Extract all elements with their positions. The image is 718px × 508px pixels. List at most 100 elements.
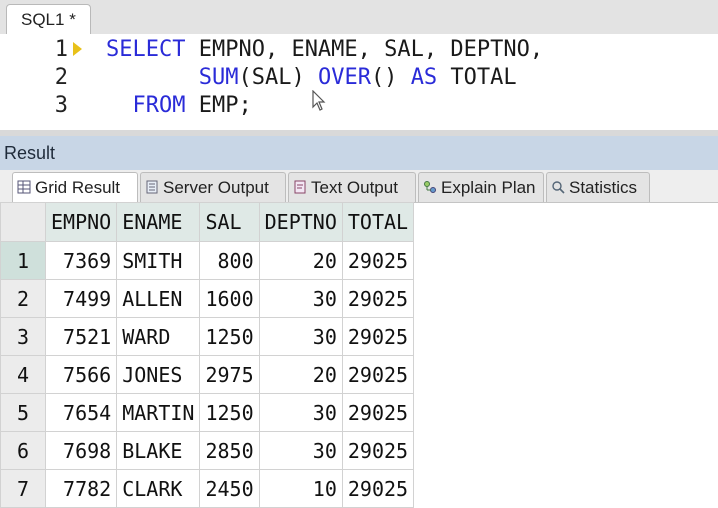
code-line[interactable]: 3 FROM EMP;	[0, 92, 718, 120]
row-number[interactable]: 5	[0, 393, 46, 432]
line-number: 3	[54, 93, 68, 118]
cell-empno[interactable]: 7654	[44, 393, 118, 432]
cell-total[interactable]: 29025	[341, 355, 415, 394]
table-row[interactable]: 1 7369 SMITH 800 20 29025	[0, 241, 415, 280]
table-row[interactable]: 2 7499 ALLEN 1600 30 29025	[0, 279, 415, 318]
cell-sal[interactable]: 1250	[199, 393, 260, 432]
cell-ename[interactable]: BLAKE	[116, 431, 201, 470]
cell-sal[interactable]: 2975	[199, 355, 260, 394]
cell-ename[interactable]: JONES	[116, 355, 201, 394]
result-tab-label: Explain Plan	[441, 178, 536, 197]
sql-keyword: AS	[410, 65, 438, 90]
cell-empno[interactable]: 7369	[44, 241, 118, 280]
cell-deptno[interactable]: 20	[258, 355, 343, 394]
sql-keyword: SELECT	[106, 37, 186, 62]
grid-icon	[17, 180, 31, 194]
cell-sal[interactable]: 800	[199, 241, 260, 280]
current-line-marker-icon	[73, 42, 82, 56]
result-grid[interactable]: EMPNO ENAME SAL DEPTNO TOTAL 1 7369 SMITH 800 20 2…	[0, 202, 415, 508]
line-number: 2	[54, 65, 68, 90]
grid-corner[interactable]	[0, 202, 46, 242]
row-number[interactable]: 2	[0, 279, 46, 318]
result-tab-server-output[interactable]: Server Output	[140, 172, 286, 202]
code-text: FROM EMP;	[106, 92, 252, 120]
table-row[interactable]: 5 7654 MARTIN 1250 30 29025	[0, 393, 415, 432]
table-row[interactable]: 6 7698 BLAKE 2850 30 29025	[0, 431, 415, 470]
result-tab-label: Grid Result	[35, 178, 121, 197]
column-header-sal[interactable]: SAL	[199, 202, 260, 242]
server-output-icon	[146, 180, 158, 194]
row-number[interactable]: 1	[0, 241, 46, 280]
cell-total[interactable]: 29025	[341, 431, 415, 470]
explain-plan-icon	[424, 181, 436, 193]
editor-tab-sql1[interactable]: SQL1 *	[6, 4, 91, 35]
sql-editor[interactable]: 1 SELECT EMPNO, ENAME, SAL, DEPTNO, 2 SUM(…	[0, 34, 718, 130]
sql-text: EMP;	[185, 93, 252, 118]
editor-tab-strip: SQL1 *	[0, 0, 718, 35]
column-header-ename[interactable]: ENAME	[116, 202, 201, 242]
cell-sal[interactable]: 2850	[199, 431, 260, 470]
column-header-deptno[interactable]: DEPTNO	[258, 202, 343, 242]
row-number[interactable]: 3	[0, 317, 46, 356]
result-tab-strip: Grid Result Server Output Text Output Expla…	[0, 170, 718, 203]
cell-empno[interactable]: 7566	[44, 355, 118, 394]
cell-sal[interactable]: 1250	[199, 317, 260, 356]
cell-deptno[interactable]: 30	[258, 393, 343, 432]
sql-keyword: SUM	[198, 65, 239, 90]
result-tab-label: Text Output	[311, 178, 398, 197]
cell-ename[interactable]: WARD	[116, 317, 201, 356]
sql-keyword: OVER	[317, 65, 371, 90]
text-output-icon	[294, 180, 306, 194]
row-number[interactable]: 6	[0, 431, 46, 470]
cell-sal[interactable]: 2450	[199, 469, 260, 508]
result-tab-text-output[interactable]: Text Output	[288, 172, 416, 202]
cell-empno[interactable]: 7698	[44, 431, 118, 470]
sql-text: (SAL)	[238, 65, 318, 90]
result-tab-statistics[interactable]: Statistics	[546, 172, 650, 202]
result-panel-title: Result	[0, 136, 718, 170]
grid-header-row: EMPNO ENAME SAL DEPTNO TOTAL	[0, 202, 415, 242]
table-row[interactable]: 7 7782 CLARK 2450 10 29025	[0, 469, 415, 508]
cell-deptno[interactable]: 20	[258, 241, 343, 280]
sql-text: TOTAL	[437, 65, 517, 90]
statistics-icon	[552, 181, 565, 194]
cell-ename[interactable]: SMITH	[116, 241, 201, 280]
cell-total[interactable]: 29025	[341, 317, 415, 356]
cell-deptno[interactable]: 30	[258, 431, 343, 470]
cell-total[interactable]: 29025	[341, 393, 415, 432]
sql-text: EMPNO, ENAME, SAL, DEPTNO,	[185, 37, 544, 62]
line-number: 1	[54, 37, 68, 62]
cell-ename[interactable]: ALLEN	[116, 279, 201, 318]
cell-total[interactable]: 29025	[341, 279, 415, 318]
sql-keyword: FROM	[132, 93, 186, 118]
cell-sal[interactable]: 1600	[199, 279, 260, 318]
code-text: SUM(SAL) OVER() AS TOTAL	[106, 64, 517, 92]
cell-empno[interactable]: 7782	[44, 469, 118, 508]
cell-ename[interactable]: MARTIN	[116, 393, 201, 432]
cell-deptno[interactable]: 30	[258, 279, 343, 318]
column-header-empno[interactable]: EMPNO	[44, 202, 118, 242]
sql-text: ()	[370, 65, 411, 90]
table-row[interactable]: 4 7566 JONES 2975 20 29025	[0, 355, 415, 394]
table-row[interactable]: 3 7521 WARD 1250 30 29025	[0, 317, 415, 356]
cell-empno[interactable]: 7499	[44, 279, 118, 318]
result-title-label: Result	[4, 143, 56, 163]
code-line[interactable]: 1 SELECT EMPNO, ENAME, SAL, DEPTNO,	[0, 36, 718, 64]
cell-total[interactable]: 29025	[341, 469, 415, 508]
result-tab-label: Statistics	[569, 178, 638, 197]
result-tab-label: Server Output	[163, 178, 269, 197]
row-number[interactable]: 7	[0, 469, 46, 508]
cell-deptno[interactable]: 10	[258, 469, 343, 508]
result-tab-explain-plan[interactable]: Explain Plan	[418, 172, 544, 202]
code-line[interactable]: 2 SUM(SAL) OVER() AS TOTAL	[0, 64, 718, 92]
cell-total[interactable]: 29025	[341, 241, 415, 280]
column-header-total[interactable]: TOTAL	[341, 202, 415, 242]
cell-empno[interactable]: 7521	[44, 317, 118, 356]
row-number[interactable]: 4	[0, 355, 46, 394]
code-text: SELECT EMPNO, ENAME, SAL, DEPTNO,	[106, 36, 543, 64]
result-tab-grid-result[interactable]: Grid Result	[12, 172, 138, 203]
cell-deptno[interactable]: 30	[258, 317, 343, 356]
cell-ename[interactable]: CLARK	[116, 469, 201, 508]
